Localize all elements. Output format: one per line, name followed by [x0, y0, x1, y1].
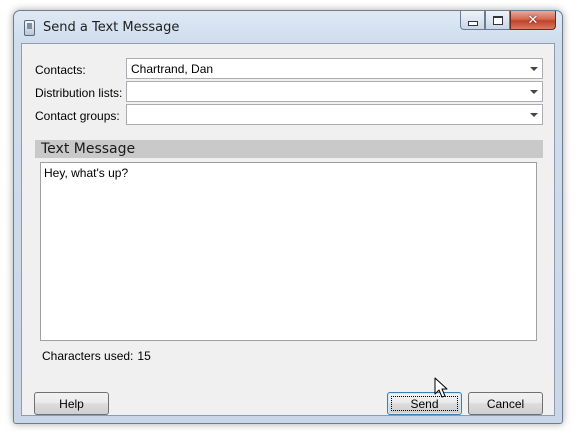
text-message-header: Text Message: [35, 140, 543, 158]
caption-buttons: ✕: [460, 11, 556, 32]
contact-groups-label: Contact groups:: [35, 109, 120, 123]
cancel-button[interactable]: Cancel: [468, 392, 543, 415]
message-textarea[interactable]: Hey, what's up?: [40, 162, 537, 341]
distribution-lists-label: Distribution lists:: [35, 86, 123, 100]
send-button[interactable]: Send: [387, 392, 462, 415]
contacts-combo[interactable]: Chartrand, Dan: [126, 58, 543, 79]
chevron-down-icon[interactable]: [530, 67, 538, 71]
phone-icon: [24, 20, 35, 36]
chevron-down-icon[interactable]: [530, 113, 538, 117]
send-text-message-dialog: Send a Text Message ✕ Contacts: Chartran…: [13, 10, 563, 424]
mouse-pointer-icon: [434, 377, 448, 398]
character-count: Characters used: 15: [42, 349, 151, 363]
close-button[interactable]: ✕: [510, 11, 556, 30]
maximize-icon: [492, 15, 503, 25]
contacts-label: Contacts:: [35, 63, 86, 77]
contacts-value: Chartrand, Dan: [131, 62, 214, 76]
dialog-body: Contacts: Chartrand, Dan Distribution li…: [21, 43, 555, 416]
maximize-button[interactable]: [485, 11, 510, 30]
chevron-down-icon[interactable]: [530, 90, 538, 94]
contact-groups-combo[interactable]: [126, 104, 543, 125]
minimize-icon: [467, 20, 478, 26]
close-icon: ✕: [527, 12, 539, 28]
distribution-lists-combo[interactable]: [126, 81, 543, 102]
window-title: Send a Text Message: [43, 20, 180, 35]
title-bar[interactable]: Send a Text Message ✕: [14, 11, 562, 43]
help-button[interactable]: Help: [34, 392, 109, 415]
section-title: Text Message: [41, 141, 136, 157]
characters-used-value: 15: [137, 349, 151, 363]
minimize-button[interactable]: [460, 11, 485, 30]
characters-used-label: Characters used:: [42, 349, 134, 363]
